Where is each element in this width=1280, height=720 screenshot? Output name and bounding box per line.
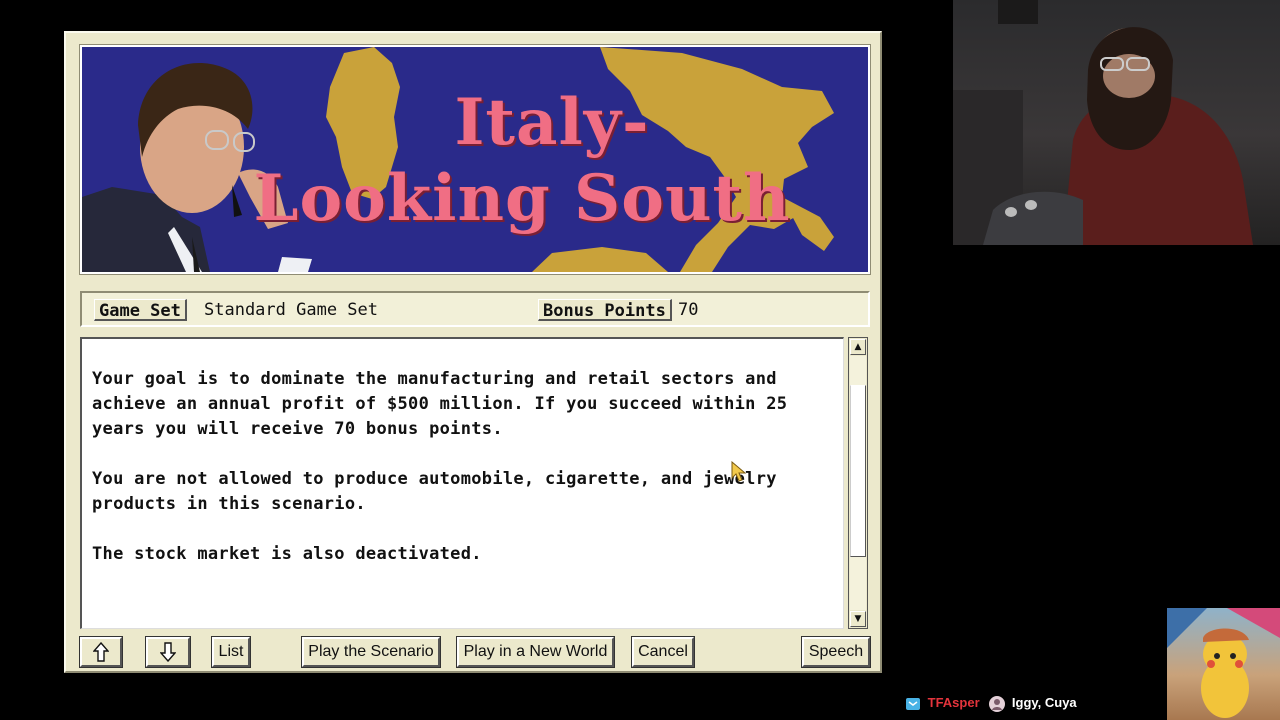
webcam-image: [953, 0, 1253, 245]
cancel-button[interactable]: Cancel: [631, 636, 695, 668]
scenario-title-line1: Italy-: [454, 85, 650, 160]
up-arrow-icon: [92, 641, 110, 662]
pikachu-image: [1167, 608, 1280, 718]
pikachu-camera-overlay: [1167, 608, 1280, 720]
next-scenario-button[interactable]: [145, 636, 191, 668]
viewer-bar: TFAsper Iggy, Cuya: [906, 694, 1077, 712]
bonus-points-label: Bonus Points: [538, 299, 672, 321]
play-new-world-button[interactable]: Play in a New World: [456, 636, 615, 668]
triangle-down-icon: ▼: [854, 614, 862, 624]
streamer-webcam: [953, 0, 1280, 245]
speech-button[interactable]: Speech: [801, 636, 871, 668]
scenario-window: Italy- Looking South Game Set Standard G…: [64, 31, 882, 673]
scenario-description: Your goal is to dominate the manufacturi…: [80, 337, 844, 629]
scroll-up-button[interactable]: ▲: [850, 339, 866, 355]
play-scenario-button[interactable]: Play the Scenario: [301, 636, 441, 668]
viewer-avatar-icon: [989, 695, 1006, 712]
scenario-banner: Italy- Looking South: [79, 44, 871, 275]
scroll-thumb[interactable]: [850, 384, 866, 557]
game-set-value: Standard Game Set: [204, 300, 378, 320]
description-paragraph: You are not allowed to produce automobil…: [92, 469, 777, 514]
game-set-label: Game Set: [94, 299, 187, 321]
description-scrollbar[interactable]: ▲ ▼: [848, 337, 868, 629]
list-button[interactable]: List: [211, 636, 251, 668]
scenario-title-line2: Looking South: [253, 161, 791, 236]
chat-icon: [906, 697, 920, 710]
scenario-title: Italy- Looking South: [253, 85, 822, 237]
triangle-up-icon: ▲: [854, 342, 862, 352]
previous-scenario-button[interactable]: [79, 636, 123, 668]
viewer-name: TFAsper: [927, 695, 980, 710]
scroll-down-button[interactable]: ▼: [850, 611, 866, 627]
description-paragraph: The stock market is also deactivated.: [92, 544, 482, 564]
description-paragraph: Your goal is to dominate the manufacturi…: [92, 369, 788, 439]
mouse-cursor-icon: [731, 461, 747, 482]
down-arrow-icon: [159, 642, 177, 663]
other-viewers: Iggy, Cuya: [1011, 695, 1077, 710]
sicily-map-shape: [532, 247, 668, 272]
bonus-points-value: 70: [678, 300, 699, 320]
scenario-info-bar: Game Set Standard Game Set Bonus Points …: [80, 291, 870, 327]
